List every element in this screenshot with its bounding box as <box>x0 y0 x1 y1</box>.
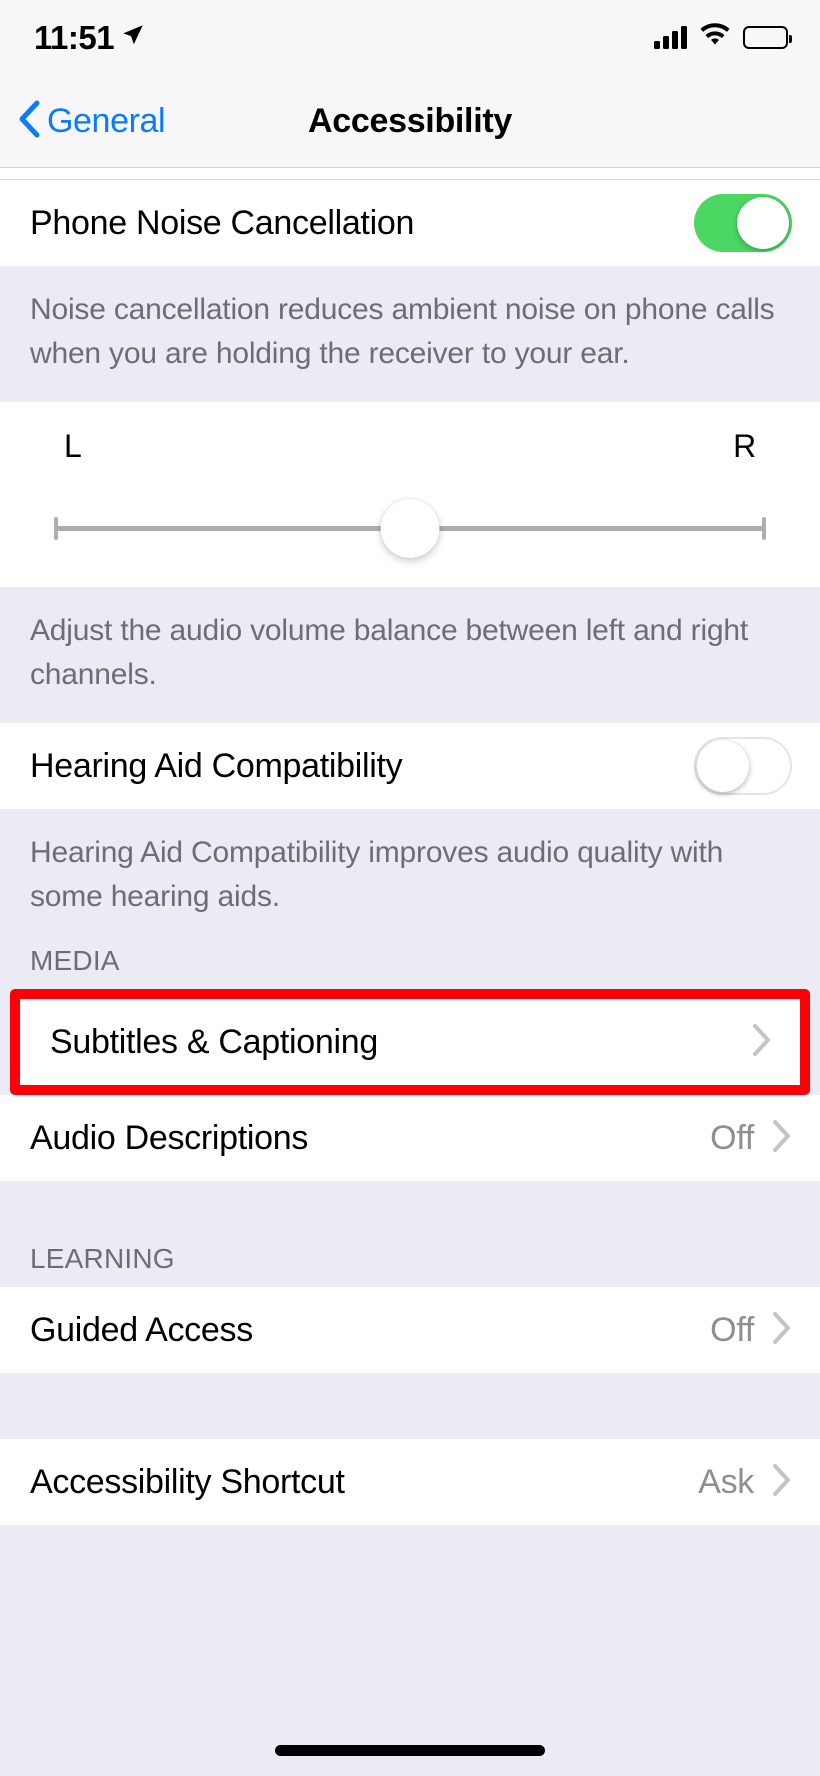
chevron-right-icon <box>772 1119 792 1158</box>
hearing-aid-footer: Hearing Aid Compatibility improves audio… <box>0 809 820 945</box>
row-label: Hearing Aid Compatibility <box>30 746 403 785</box>
status-bar-time: 11:51 <box>34 19 115 56</box>
chevron-right-icon <box>772 1311 792 1350</box>
status-bar-right <box>654 23 792 52</box>
row-value: Ask <box>698 1462 754 1501</box>
section-gap-media-learning <box>0 1181 820 1243</box>
row-audio-descriptions[interactable]: Audio Descriptions Off <box>0 1095 820 1181</box>
balance-slider-section: L R <box>0 402 820 587</box>
row-label: Phone Noise Cancellation <box>30 203 415 242</box>
row-guided-access[interactable]: Guided Access Off <box>0 1287 820 1373</box>
phone-noise-cancellation-toggle[interactable] <box>694 194 792 252</box>
chevron-right-icon <box>752 1023 772 1062</box>
cellular-signal-icon <box>654 25 687 49</box>
hearing-aid-compatibility-toggle[interactable] <box>694 737 792 795</box>
back-button-label: General <box>47 101 166 140</box>
settings-list: Phone Noise Cancellation Noise cancellat… <box>0 168 820 1525</box>
balance-labels: L R <box>0 428 820 465</box>
partial-row-above <box>0 168 820 180</box>
balance-right-label: R <box>733 428 756 464</box>
battery-full-icon <box>743 26 792 49</box>
row-label: Audio Descriptions <box>30 1118 309 1157</box>
chevron-right-icon <box>772 1463 792 1502</box>
highlight-box-subtitles-captioning: Subtitles & Captioning <box>10 989 810 1095</box>
balance-left-label: L <box>64 428 82 464</box>
row-value: Off <box>710 1118 754 1157</box>
balance-footer: Adjust the audio volume balance between … <box>0 587 820 723</box>
slider-thumb[interactable] <box>380 499 440 558</box>
section-header-media: MEDIA <box>0 945 820 989</box>
row-label: Accessibility Shortcut <box>30 1462 345 1501</box>
wifi-icon <box>699 23 731 52</box>
toggle-knob <box>697 740 749 792</box>
balance-slider[interactable] <box>54 499 766 559</box>
row-hearing-aid-compatibility[interactable]: Hearing Aid Compatibility <box>0 723 820 809</box>
slider-cap-left <box>54 517 58 540</box>
slider-cap-right <box>762 517 766 540</box>
section-header-learning: LEARNING <box>0 1243 820 1287</box>
status-bar-left: 11:51 <box>34 21 146 54</box>
row-phone-noise-cancellation[interactable]: Phone Noise Cancellation <box>0 180 820 266</box>
back-button[interactable]: General <box>0 100 166 143</box>
status-bar: 11:51 <box>0 0 820 75</box>
navigation-bar: General Accessibility <box>0 75 820 168</box>
row-label: Guided Access <box>30 1310 253 1349</box>
chevron-left-icon <box>18 100 40 143</box>
row-accessibility-shortcut[interactable]: Accessibility Shortcut Ask <box>0 1439 820 1525</box>
home-indicator[interactable] <box>275 1745 545 1756</box>
phone-noise-footer: Noise cancellation reduces ambient noise… <box>0 266 820 402</box>
toggle-knob <box>737 197 789 249</box>
location-arrow-icon <box>120 22 146 53</box>
row-value: Off <box>710 1310 754 1349</box>
section-gap-learning-shortcut <box>0 1373 820 1439</box>
row-label: Subtitles & Captioning <box>50 1022 378 1061</box>
row-subtitles-captioning[interactable]: Subtitles & Captioning <box>20 999 800 1085</box>
